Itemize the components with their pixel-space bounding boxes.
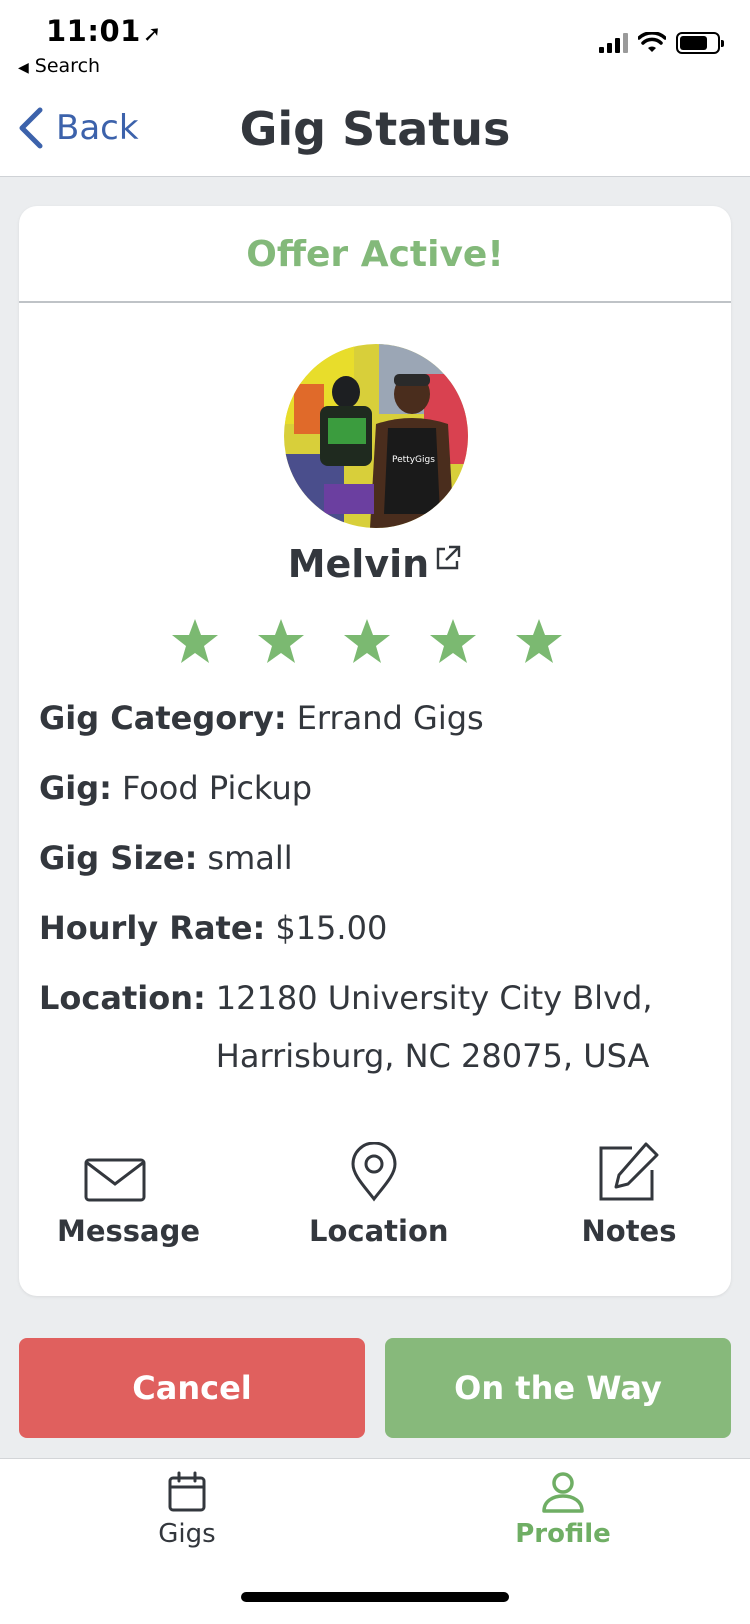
message-label: Message	[57, 1214, 201, 1248]
detail-label: Gig Category:	[39, 699, 287, 737]
offer-status-header: Offer Active!	[19, 206, 731, 303]
star-icon	[258, 619, 304, 663]
star-icon	[516, 619, 562, 663]
page-title: Gig Status	[239, 102, 511, 156]
calendar-icon	[168, 1471, 206, 1512]
notes-button[interactable]: Notes	[579, 1142, 679, 1248]
back-to-app[interactable]: ◀ Search	[18, 55, 100, 77]
wifi-icon	[638, 32, 666, 52]
back-triangle-icon: ◀	[18, 60, 29, 76]
cellular-signal-icon	[599, 33, 628, 53]
battery-icon	[676, 32, 724, 54]
avatar[interactable]: PettyGigs	[284, 344, 468, 528]
status-bar: 11:01➚ ◀ Search	[0, 0, 750, 88]
detail-row-size: Gig Size: small	[39, 836, 709, 880]
star-icon	[430, 619, 476, 663]
message-button[interactable]: Message	[57, 1158, 201, 1248]
profile-name[interactable]: Melvin	[288, 542, 429, 586]
detail-label: Gig Size:	[39, 839, 198, 877]
card-actions: Message Location Notes	[19, 1142, 731, 1268]
detail-value: Food Pickup	[121, 769, 313, 807]
edit-icon	[599, 1142, 659, 1201]
external-link-icon[interactable]	[434, 544, 462, 572]
home-indicator[interactable]	[241, 1592, 509, 1602]
location-label: Location	[309, 1214, 449, 1248]
notes-label: Notes	[581, 1214, 677, 1248]
detail-label: Gig:	[39, 769, 112, 807]
profile-photo: PettyGigs	[284, 344, 468, 528]
star-icon	[344, 619, 390, 663]
tab-gigs[interactable]: Gigs	[107, 1471, 267, 1549]
detail-label: Location:	[39, 979, 206, 1017]
detail-value: Errand Gigs	[296, 699, 484, 737]
star-icon	[172, 619, 218, 663]
detail-row-category: Gig Category: Errand Gigs	[39, 696, 709, 740]
on-the-way-button[interactable]: On the Way	[385, 1338, 731, 1438]
status-time: 11:01➚	[46, 14, 162, 48]
detail-label: Hourly Rate:	[39, 909, 266, 947]
gig-details: Gig Category: Errand Gigs Gig: Food Pick…	[39, 696, 709, 1111]
detail-row-gig: Gig: Food Pickup	[39, 766, 709, 810]
detail-value: 12180 University City Blvd, Harrisburg, …	[215, 979, 653, 1075]
detail-row-rate: Hourly Rate: $15.00	[39, 906, 709, 950]
location-arrow-icon: ➚	[142, 22, 162, 47]
location-button[interactable]: Location	[309, 1142, 449, 1248]
back-app-label: Search	[34, 55, 101, 77]
system-icons	[599, 32, 724, 54]
tab-profile-label: Profile	[515, 1519, 611, 1549]
tab-gigs-label: Gigs	[158, 1519, 216, 1549]
detail-value: $15.00	[275, 909, 388, 947]
detail-value: small	[207, 839, 293, 877]
envelope-icon	[84, 1158, 146, 1202]
svg-text:PettyGigs: PettyGigs	[392, 455, 435, 465]
user-icon	[542, 1472, 584, 1513]
cancel-button[interactable]: Cancel	[19, 1338, 365, 1438]
tab-profile[interactable]: Profile	[483, 1471, 643, 1549]
rating-stars	[171, 618, 563, 664]
navigation-bar: Back Gig Status	[0, 88, 750, 177]
gig-status-card: Offer Active! PettyGigs Melvin Gig Categ…	[19, 206, 731, 1296]
detail-row-location: Location: 12180 University City Blvd, Ha…	[39, 976, 709, 1085]
map-pin-icon	[351, 1142, 397, 1202]
profile-name-row[interactable]: Melvin	[19, 542, 731, 586]
